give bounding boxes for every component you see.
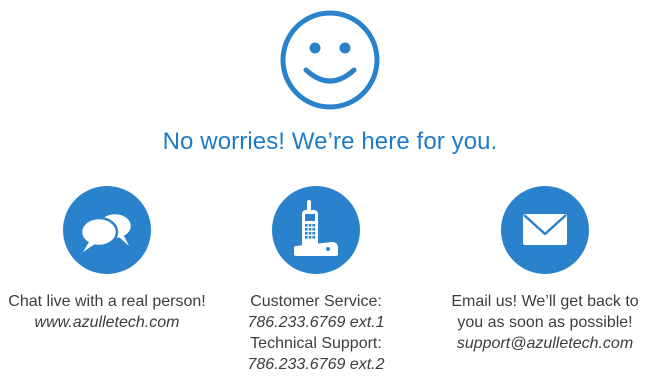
email-description-line2: you as soon as possible! xyxy=(457,314,633,331)
phone-info: Customer Service: 786.233.6769 ext.1 Tec… xyxy=(226,291,406,375)
customer-service-number[interactable]: 786.233.6769 ext.1 xyxy=(226,312,406,333)
customer-service-label: Customer Service: xyxy=(250,293,382,310)
chat-description: Chat live with a real person! xyxy=(8,293,206,310)
technical-support-label: Technical Support: xyxy=(250,335,382,352)
envelope-icon xyxy=(501,186,589,274)
technical-support-number[interactable]: 786.233.6769 ext.2 xyxy=(226,354,406,375)
email-info: Email us! We’ll get back to you as soon … xyxy=(435,291,655,354)
chat-info: Chat live with a real person! www.azulle… xyxy=(0,291,222,333)
chat-bubbles-icon xyxy=(63,186,151,274)
cordless-phone-icon xyxy=(272,186,360,274)
page-title: No worries! We’re here for you. xyxy=(162,128,498,155)
email-address-link[interactable]: support@azulletech.com xyxy=(435,333,655,354)
email-description-line1: Email us! We’ll get back to xyxy=(451,293,639,310)
website-link[interactable]: www.azulletech.com xyxy=(0,312,222,333)
smiley-face-icon xyxy=(278,8,382,112)
